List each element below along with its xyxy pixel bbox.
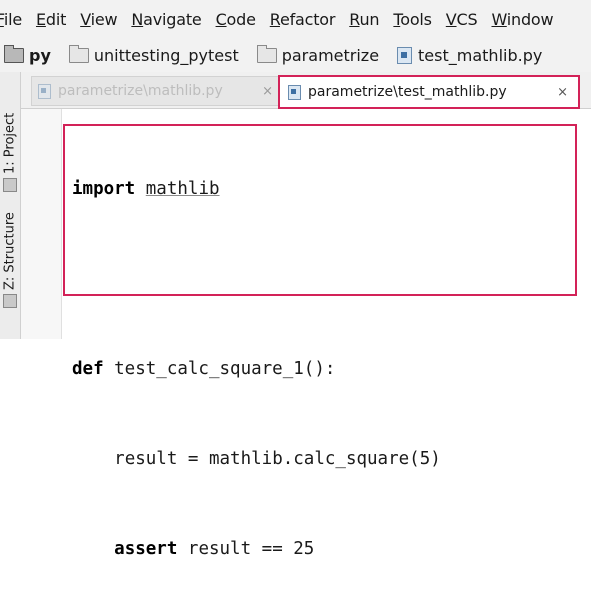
close-icon[interactable]: × <box>262 84 273 99</box>
breadcrumb-item-unittesting-pytest[interactable]: unittesting_pytest <box>68 44 239 65</box>
structure-tool-label: Z: Structure <box>2 212 18 290</box>
menu-tools[interactable]: Tools <box>386 10 438 29</box>
menu-bar: File Edit View Navigate Code Refactor Ru… <box>0 0 591 38</box>
python-file-icon <box>288 84 301 100</box>
menu-refactor[interactable]: Refactor <box>263 10 343 29</box>
tab-label: parametrize\mathlib.py <box>58 83 223 99</box>
menu-window[interactable]: Window <box>484 10 560 29</box>
code-line-5: assert result == 25 <box>114 539 315 559</box>
code-line-1: import mathlib <box>72 179 220 199</box>
project-tool-button[interactable]: 1: Project <box>2 82 18 192</box>
breadcrumb-item-parametrize[interactable]: parametrize <box>256 44 380 65</box>
menu-vcs[interactable]: VCS <box>439 10 485 29</box>
tool-window-strip: 1: Project Z: Structure <box>0 72 21 339</box>
breadcrumb-label: unittesting_pytest <box>93 45 239 65</box>
menu-view[interactable]: View <box>73 10 124 29</box>
menu-file[interactable]: File <box>0 10 29 29</box>
breadcrumb-item-py[interactable]: py <box>4 44 51 65</box>
menu-run[interactable]: Run <box>342 10 386 29</box>
menu-navigate[interactable]: Navigate <box>124 10 208 29</box>
tab-test-mathlib[interactable]: parametrize\test_mathlib.py × <box>278 75 580 109</box>
breadcrumb-label: py <box>29 45 51 65</box>
editor-gutter <box>21 109 62 339</box>
editor-tab-bar: parametrize\mathlib.py × parametrize\tes… <box>21 72 591 109</box>
breadcrumb: py unittesting_pytest parametrize test_m… <box>0 38 591 72</box>
menu-edit[interactable]: Edit <box>29 10 73 29</box>
folder-icon <box>4 44 24 63</box>
code-line-4: result = mathlib.calc_square(5) <box>114 449 441 469</box>
code-line-3: def test_calc_square_1(): <box>72 359 336 379</box>
folder-icon <box>256 44 277 63</box>
breadcrumb-item-test-mathlib[interactable]: test_mathlib.py <box>397 46 542 65</box>
project-icon <box>3 178 17 192</box>
tab-mathlib[interactable]: parametrize\mathlib.py × <box>31 76 284 106</box>
code-content[interactable]: import mathlib def test_calc_square_1():… <box>72 114 441 594</box>
folder-icon <box>68 44 89 63</box>
tab-label: parametrize\test_mathlib.py <box>308 84 507 100</box>
project-tool-label: 1: Project <box>2 112 18 174</box>
menu-code[interactable]: Code <box>209 10 263 29</box>
python-file-icon <box>38 83 51 99</box>
python-file-icon <box>397 46 413 64</box>
close-icon[interactable]: × <box>557 85 568 100</box>
breadcrumb-label: parametrize <box>281 45 380 65</box>
structure-tool-button[interactable]: Z: Structure <box>2 200 18 308</box>
breadcrumb-label: test_mathlib.py <box>418 45 543 65</box>
structure-icon <box>3 294 17 308</box>
